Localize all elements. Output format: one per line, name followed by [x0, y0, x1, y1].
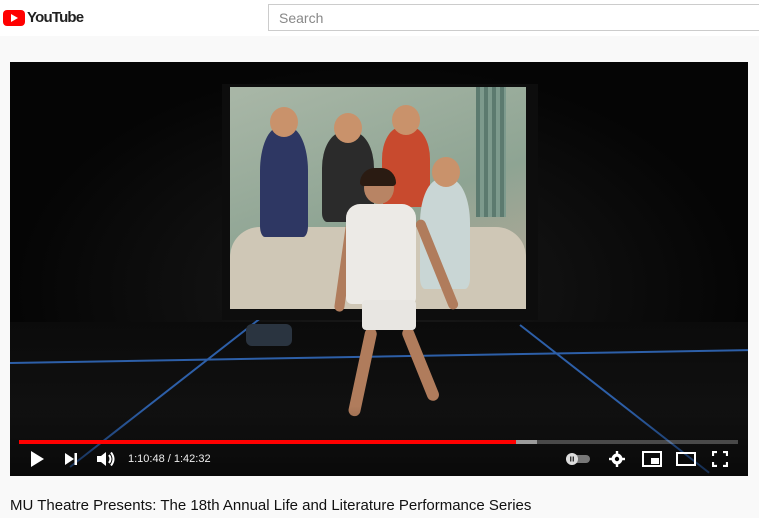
autoplay-toggle-icon: [566, 453, 590, 465]
youtube-logo[interactable]: YouTube: [3, 9, 84, 26]
theater-mode-icon: [676, 452, 696, 466]
performer-leg: [347, 326, 378, 418]
fullscreen-icon: [712, 451, 728, 467]
next-icon: [65, 453, 77, 465]
duration: 1:42:32: [173, 453, 211, 465]
video-player[interactable]: 1:10:48 / 1:42:32: [10, 62, 748, 476]
progress-played: [19, 440, 516, 444]
photo-child: [260, 127, 308, 237]
autoplay-toggle[interactable]: [565, 448, 591, 470]
youtube-play-logo-icon: [3, 9, 25, 26]
time-display: 1:10:48 / 1:42:32: [128, 453, 211, 465]
performer-leg: [400, 325, 441, 403]
volume-icon: [97, 451, 115, 467]
performer-shorts: [362, 300, 416, 330]
settings-gear-icon: [609, 451, 625, 467]
current-time: 1:10:48: [128, 453, 165, 465]
performer-shirt: [346, 204, 416, 304]
play-icon: [31, 451, 44, 467]
photo-child-head: [270, 107, 298, 137]
progress-bar[interactable]: [19, 440, 738, 444]
performer-hair: [360, 168, 396, 186]
photo-curtain: [476, 87, 506, 217]
masthead: YouTube: [0, 0, 759, 36]
volume-button[interactable]: [94, 448, 118, 470]
performer: [333, 168, 460, 422]
next-button[interactable]: [60, 448, 82, 470]
logo-text: YouTube: [27, 9, 84, 26]
play-button[interactable]: [26, 448, 48, 470]
photo-child-head: [334, 113, 362, 143]
video-title: MU Theatre Presents: The 18th Annual Lif…: [10, 497, 532, 514]
stage-prop-bag: [246, 324, 292, 346]
miniplayer-button[interactable]: [640, 448, 664, 470]
fullscreen-button[interactable]: [708, 448, 732, 470]
settings-button[interactable]: [606, 448, 628, 470]
time-separator: /: [164, 453, 174, 465]
miniplayer-icon: [642, 451, 662, 467]
search-input[interactable]: [268, 4, 759, 31]
photo-child-head: [392, 105, 420, 135]
theater-mode-button[interactable]: [674, 448, 698, 470]
